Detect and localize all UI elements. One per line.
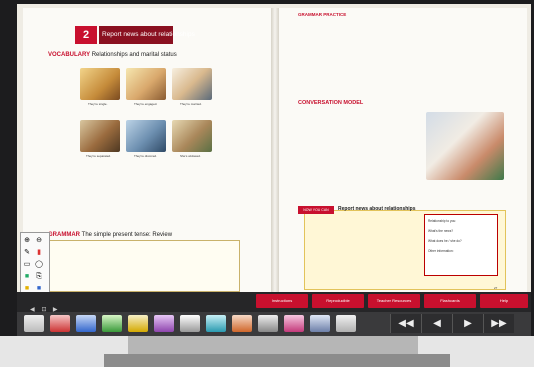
color-icon[interactable]: ■ [23,273,31,281]
lesson-title: Report news about relationships [102,31,195,38]
marker-tool-icon[interactable] [102,315,122,332]
shape-tool-icon[interactable] [154,315,174,332]
monitor-base [104,354,450,367]
photo-engaged [126,68,166,100]
notes-line: What's the news? [428,229,454,233]
photo-separated [80,120,120,152]
caption-married: They're married. [180,102,202,106]
caption-separated: They're separated. [86,154,111,158]
notes-line: Other information: [428,249,454,253]
book-spine [271,8,279,298]
page-controls: ◀ ⊡ ▶ [30,298,66,313]
photo-married [172,68,212,100]
reproducible-button[interactable]: Reproducible [312,294,364,308]
vocabulary-subtitle: Relationships and marital status [91,52,177,58]
grammar-practice-title: GRAMMAR PRACTICE [298,12,347,17]
notes-card: Relationship to you: What's the news? Wh… [424,214,498,276]
settings-tool-icon[interactable] [336,315,356,332]
highlighter-icon[interactable]: ▮ [35,249,43,257]
clear-tool-icon[interactable] [310,315,330,332]
right-page-number: 27 [494,286,498,290]
link-icon[interactable]: ⎘ [35,273,43,281]
photo-widowed [172,120,212,152]
caption-single: They're single. [88,102,108,106]
grammar-subtitle: The simple present tense: Review [81,232,173,238]
previous-page-icon[interactable]: ◀ [421,314,452,333]
shape-icon[interactable]: ◯ [35,261,43,269]
caption-divorced: They're divorced. [134,154,157,158]
vocabulary-heading: VOCABULARY Relationships and marital sta… [48,52,177,58]
conversation-photo [426,112,504,180]
zoom-out-icon[interactable]: ⊖ [35,237,43,245]
grammar-box [48,240,240,292]
color-tool-icon[interactable] [284,315,304,332]
grammar-heading: GRAMMAR The simple present tense: Review [48,232,172,238]
notes-line: What does he / she do? [428,239,462,243]
unit-badge: 2 [75,26,97,44]
last-page-icon[interactable]: ▶▶ [483,314,514,333]
caption-widowed: She's widowed. [180,154,201,158]
text-tool-icon[interactable] [128,315,148,332]
spotlight-tool-icon[interactable] [232,315,252,332]
notes-line: Relationship to you: [428,219,456,223]
instructions-button[interactable]: Instructions [256,294,308,308]
now-you-can-tab: NOW YOU CAN [298,206,334,214]
photo-divorced [126,120,166,152]
caption-engaged: They're engaged. [134,102,158,106]
zoom-in-icon[interactable]: ⊕ [23,237,31,245]
grammar-title: GRAMMAR [48,232,80,238]
eraser-icon[interactable]: ▭ [23,261,31,269]
now-you-can-title: Report news about relationships [338,206,416,212]
help-button[interactable]: Help [480,294,528,308]
flashcards-button[interactable]: Flashcards [424,294,476,308]
pen-tool-icon[interactable] [50,315,70,332]
screen-tool-icon[interactable] [258,315,278,332]
first-page-icon[interactable]: ◀◀ [390,314,421,333]
conversation-title: CONVERSATION MODEL [298,100,364,106]
pen-icon[interactable]: ✎ [23,249,31,257]
line-tool-icon[interactable] [206,315,226,332]
vocabulary-title: VOCABULARY [48,52,91,58]
next-page-icon[interactable]: ▶ [452,314,483,333]
photo-single [80,68,120,100]
highlighter-tool-icon[interactable] [76,315,96,332]
teacher-resources-button[interactable]: Teacher Resources [368,294,420,308]
select-tool-icon[interactable] [24,315,44,332]
eraser-tool-icon[interactable] [180,315,200,332]
